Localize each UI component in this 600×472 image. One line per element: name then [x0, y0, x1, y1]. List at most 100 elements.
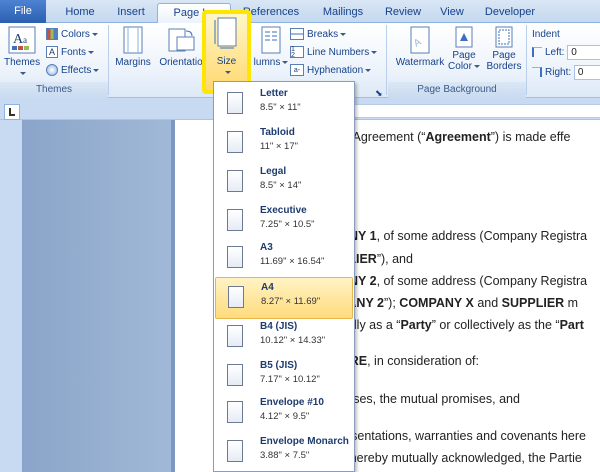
chevron-down-icon [91, 32, 98, 36]
fonts-icon: A [46, 46, 58, 59]
chevron-down-icon [93, 68, 100, 72]
indent-right-row: Right: 0 [532, 64, 600, 81]
fonts-label: Fonts [61, 47, 87, 58]
size-option-a3[interactable]: A3 11.69" × 16.54" [215, 238, 353, 280]
size-option-executive[interactable]: Executive 7.25" × 10.5" [215, 201, 353, 243]
tab-selector[interactable] [4, 104, 20, 120]
page-color-icon [455, 26, 473, 48]
group-separator [526, 25, 527, 95]
doc-line-6: PANY 2”); COMPANY X and SUPPLIER m [340, 296, 579, 310]
colors-icon [46, 28, 58, 41]
hyphenation-button[interactable]: a- Hyphenation [290, 62, 372, 79]
indent-left-icon [532, 47, 542, 58]
vertical-ruler [0, 120, 22, 472]
page-icon [227, 325, 243, 347]
page-icon [227, 209, 243, 231]
size-icon [214, 17, 236, 49]
tab-home[interactable]: Home [55, 3, 105, 23]
chevron-down-icon [88, 50, 95, 54]
page-icon [227, 440, 243, 462]
page-icon [228, 286, 244, 308]
breaks-icon [290, 28, 304, 41]
chevron-down-icon [340, 32, 347, 36]
size-label: Size [216, 56, 237, 67]
tab-stop-icon [9, 108, 15, 116]
doc-line-3: ANY 1, of some address (Company Registra [340, 229, 588, 243]
page-color-label-2: Color [448, 61, 472, 72]
doc-line-11: s hereby mutually acknowledged, the Part… [340, 451, 582, 465]
effects-button[interactable]: Effects [46, 62, 100, 79]
group-separator [108, 25, 109, 95]
tab-developer[interactable]: Developer [478, 3, 542, 23]
size-option-a4[interactable]: A4 8.27" × 11.69" [215, 277, 353, 319]
tab-insert[interactable]: Insert [108, 3, 154, 23]
size-option-tabloid[interactable]: Tabloid 11" × 17" [215, 123, 353, 165]
orientation-label: Orientatio [159, 57, 203, 68]
breaks-label: Breaks [307, 29, 339, 40]
chevron-down-icon [282, 60, 289, 64]
tab-mailings[interactable]: Mailings [316, 3, 370, 23]
page-borders-button[interactable]: Page Borders [484, 25, 524, 72]
indent-left-input[interactable]: 0 [567, 44, 600, 60]
colors-button[interactable]: Colors [46, 26, 98, 43]
margins-label: Margins [115, 57, 151, 68]
indent-left-label: Left: [545, 47, 565, 58]
ruler-strip [340, 104, 600, 118]
effects-label: Effects [61, 65, 92, 76]
chevron-down-icon [224, 70, 231, 74]
page-color-button[interactable]: Page Color [446, 25, 482, 72]
page-borders-icon [495, 26, 513, 48]
page-borders-label-1: Page [492, 50, 516, 61]
doc-line-10: resentations, warranties and covenants h… [340, 429, 586, 443]
breaks-button[interactable]: Breaks [290, 26, 347, 43]
effects-icon [46, 64, 58, 77]
indent-right-label: Right: [545, 67, 572, 78]
chevron-down-icon [20, 71, 26, 75]
themes-group-label: Themes [0, 82, 108, 98]
columns-label: lumns [253, 57, 281, 68]
page-color-label-1: Page [452, 50, 476, 61]
chevron-down-icon [365, 68, 372, 72]
line-numbers-button[interactable]: 1 2 Line Numbers [290, 44, 378, 61]
page-borders-label-2: Borders [486, 61, 522, 72]
tab-view[interactable]: View [434, 3, 470, 23]
fonts-button[interactable]: A Fonts [46, 44, 95, 61]
page-icon [227, 246, 243, 268]
watermark-button[interactable]: A Watermark [392, 25, 448, 68]
size-button[interactable]: Size [206, 14, 247, 90]
indent-right-input[interactable]: 0 [573, 64, 600, 80]
chevron-down-icon [371, 50, 378, 54]
columns-icon [261, 26, 281, 54]
tab-file[interactable]: File [0, 0, 46, 23]
orientation-button[interactable]: Orientatio [156, 25, 206, 68]
hyphenation-label: Hyphenation [307, 65, 364, 76]
doc-line-8: ORE, in consideration of: [340, 354, 479, 368]
doc-line-7: ually as a “Party” or collectively as th… [340, 318, 584, 332]
size-dropdown-menu: Letter 8.5" × 11" Tabloid 11" × 17" Lega… [213, 81, 355, 472]
tab-review[interactable]: Review [380, 3, 426, 23]
line-numbers-icon: 12 [290, 46, 304, 59]
doc-line-1: al Agreement (“Agreement”) is made effe [340, 130, 571, 144]
watermark-icon: A [410, 26, 430, 54]
group-separator [386, 25, 387, 95]
page-icon [227, 170, 243, 192]
size-option-letter[interactable]: Letter 8.5" × 11" [215, 84, 353, 126]
size-option-b5-jis[interactable]: B5 (JIS) 7.17" × 10.12" [215, 356, 353, 398]
indent-left-row: Left: 0 [532, 44, 600, 61]
size-option-legal[interactable]: Legal 8.5" × 14" [215, 162, 353, 204]
watermark-label: Watermark [395, 57, 445, 68]
page-icon [227, 401, 243, 423]
size-option-envelope-monarch[interactable]: Envelope Monarch 3.88" × 7.5" [215, 432, 353, 471]
indent-label: Indent [532, 29, 560, 40]
page-icon [227, 131, 243, 153]
themes-button[interactable]: A a Themes [4, 25, 40, 79]
size-option-b4-jis[interactable]: B4 (JIS) 10.12" × 14.33" [215, 317, 353, 359]
page-icon [227, 364, 243, 386]
size-option-envelope-10[interactable]: Envelope #10 4.12" × 9.5" [215, 393, 353, 435]
margins-button[interactable]: Margins [112, 25, 154, 68]
orientation-icon [168, 28, 195, 52]
doc-line-5: ANY 2, of some address (Company Registra [340, 274, 588, 288]
columns-button[interactable]: lumns [250, 25, 292, 68]
page-background-group-label: Page Background [388, 82, 526, 98]
themes-icon: A a [8, 26, 36, 54]
